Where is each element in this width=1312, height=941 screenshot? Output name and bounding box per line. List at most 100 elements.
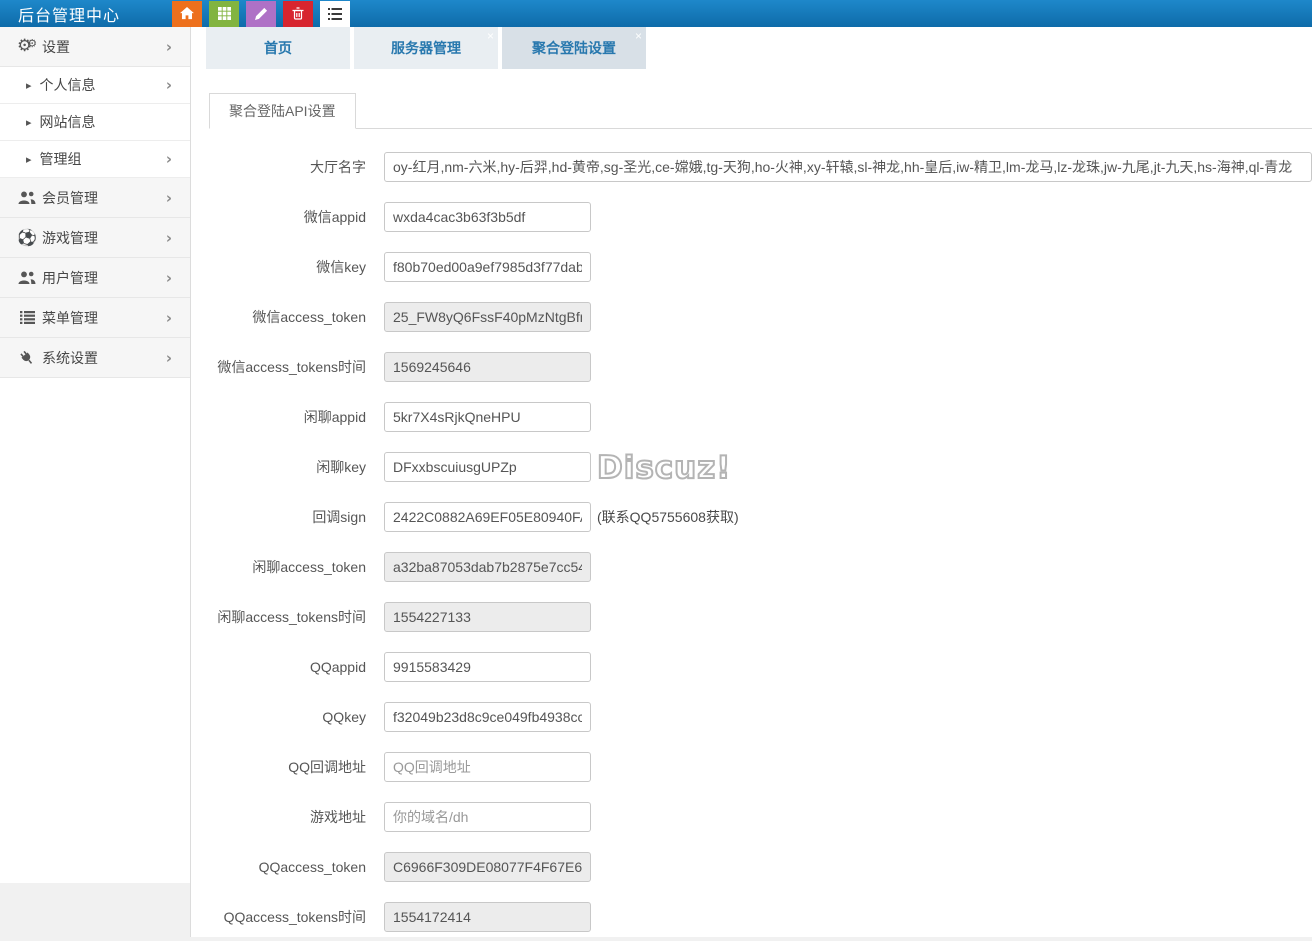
field-label: 闲聊appid	[191, 402, 366, 432]
field-label: 微信key	[191, 252, 366, 282]
tab-home[interactable]: 首页	[206, 27, 350, 69]
callback-sign-input[interactable]	[384, 502, 591, 532]
sidebar-item-label: 设置	[42, 37, 70, 57]
users-icon	[16, 271, 38, 285]
field-label: QQkey	[191, 702, 366, 732]
field-wechat-appid: 微信appid	[191, 202, 1312, 232]
field-wechat-access-tokens-time: 微信access_tokens时间	[191, 352, 1312, 382]
xianliao-appid-input[interactable]	[384, 402, 591, 432]
field-label: QQaccess_token	[191, 852, 366, 882]
xianliao-access-token-input	[384, 552, 591, 582]
tab-label: 服务器管理	[391, 38, 461, 58]
settings-form: 大厅名字 微信appid 微信key 微信access_token 微信acce…	[191, 152, 1312, 932]
sidebar-subitem-profile[interactable]: ▸ 个人信息 ›	[0, 67, 190, 104]
gears-icon: ⚙⚙	[16, 38, 38, 55]
caret-right-icon: ▸	[26, 116, 32, 129]
sidebar-subitem-site-info[interactable]: ▸ 网站信息	[0, 104, 190, 141]
qq-access-tokens-time-input	[384, 902, 591, 932]
sidebar-item-label: 用户管理	[42, 268, 98, 288]
close-icon[interactable]: ×	[635, 30, 642, 42]
field-label: QQappid	[191, 652, 366, 682]
tab-server-management[interactable]: 服务器管理 ×	[354, 27, 498, 69]
field-label: 闲聊access_token	[191, 552, 366, 582]
qq-key-input[interactable]	[384, 702, 591, 732]
field-qq-appid: QQappid	[191, 652, 1312, 682]
grid-button[interactable]	[209, 1, 239, 27]
delete-button[interactable]	[283, 1, 313, 27]
field-hall-name: 大厅名字	[191, 152, 1312, 182]
tab-label: 聚合登陆设置	[532, 38, 616, 58]
chevron-right-icon: ›	[166, 309, 172, 327]
chevron-right-icon: ›	[166, 189, 172, 207]
field-qq-callback-url: QQ回调地址	[191, 752, 1312, 782]
topbar-quick-buttons	[172, 1, 350, 27]
field-game-url: 游戏地址	[191, 802, 1312, 832]
field-label: 大厅名字	[191, 152, 366, 182]
plug-icon	[16, 350, 38, 366]
menu-list-button[interactable]	[320, 1, 350, 27]
field-label: QQ回调地址	[191, 752, 366, 782]
panel-tab-bar: 聚合登陆API设置	[209, 97, 1312, 129]
close-icon[interactable]: ×	[487, 30, 494, 42]
sidebar-item-members[interactable]: 会员管理 ›	[0, 178, 190, 218]
chevron-right-icon: ›	[166, 229, 172, 247]
sidebar-item-menus[interactable]: 菜单管理 ›	[0, 298, 190, 338]
wechat-key-input[interactable]	[384, 252, 591, 282]
sidebar-subitem-label: 网站信息	[40, 112, 96, 132]
app-title: 后台管理中心	[18, 2, 120, 26]
tab-aggregate-login-settings[interactable]: 聚合登陆设置 ×	[502, 27, 646, 69]
sidebar-item-system-settings[interactable]: 系统设置 ›	[0, 338, 190, 378]
users-icon	[16, 191, 38, 205]
grid-icon	[218, 7, 231, 20]
field-wechat-access-token: 微信access_token	[191, 302, 1312, 332]
xianliao-key-input[interactable]	[384, 452, 591, 482]
sidebar-item-label: 系统设置	[42, 348, 98, 368]
tab-aggregate-login-api-settings[interactable]: 聚合登陆API设置	[209, 93, 356, 129]
edit-button[interactable]	[246, 1, 276, 27]
sidebar-item-users[interactable]: 用户管理 ›	[0, 258, 190, 298]
game-url-input[interactable]	[384, 802, 591, 832]
sidebar-subitem-admin-group[interactable]: ▸ 管理组 ›	[0, 141, 190, 178]
field-label: 游戏地址	[191, 802, 366, 832]
qq-access-token-input	[384, 852, 591, 882]
field-xianliao-appid: 闲聊appid	[191, 402, 1312, 432]
wechat-access-token-input	[384, 302, 591, 332]
sidebar-item-settings[interactable]: ⚙⚙ 设置 ›	[0, 27, 190, 67]
home-icon	[180, 7, 194, 20]
field-xianliao-access-tokens-time: 闲聊access_tokens时间	[191, 602, 1312, 632]
trash-icon	[292, 7, 304, 20]
chevron-right-icon: ›	[166, 349, 172, 367]
chevron-right-icon: ›	[166, 76, 172, 94]
field-label: 闲聊key	[191, 452, 366, 482]
sidebar: ⚙⚙ 设置 › ▸ 个人信息 › ▸ 网站信息 ▸ 管理组 › 会员管理 › ⚽…	[0, 27, 190, 883]
field-qq-access-tokens-time: QQaccess_tokens时间	[191, 902, 1312, 932]
qq-appid-input[interactable]	[384, 652, 591, 682]
top-bar: 后台管理中心	[0, 0, 1312, 27]
home-button[interactable]	[172, 1, 202, 27]
field-label: QQaccess_tokens时间	[191, 902, 366, 932]
qq-callback-url-input[interactable]	[384, 752, 591, 782]
sidebar-item-label: 游戏管理	[42, 228, 98, 248]
tab-label: 首页	[264, 38, 292, 58]
caret-right-icon: ▸	[26, 153, 32, 166]
sidebar-subitem-label: 管理组	[40, 149, 82, 169]
pencil-icon	[255, 7, 268, 20]
list-icon	[16, 311, 38, 324]
sidebar-item-label: 菜单管理	[42, 308, 98, 328]
sidebar-item-label: 会员管理	[42, 188, 98, 208]
field-callback-sign: 回调sign (联系QQ5755608获取)	[191, 502, 1312, 532]
chevron-right-icon: ›	[166, 150, 172, 168]
callback-sign-note: (联系QQ5755608获取)	[597, 507, 739, 527]
list-icon	[328, 8, 342, 20]
field-label: 微信access_token	[191, 302, 366, 332]
sidebar-item-games[interactable]: ⚽ 游戏管理 ›	[0, 218, 190, 258]
field-qq-key: QQkey	[191, 702, 1312, 732]
chevron-right-icon: ›	[166, 269, 172, 287]
wechat-appid-input[interactable]	[384, 202, 591, 232]
field-xianliao-access-token: 闲聊access_token	[191, 552, 1312, 582]
window-tab-bar: 首页 服务器管理 × 聚合登陆设置 ×	[191, 27, 1312, 69]
field-label: 闲聊access_tokens时间	[191, 602, 366, 632]
hall-name-input[interactable]	[384, 152, 1312, 182]
field-wechat-key: 微信key	[191, 252, 1312, 282]
field-label: 微信access_tokens时间	[191, 352, 366, 382]
